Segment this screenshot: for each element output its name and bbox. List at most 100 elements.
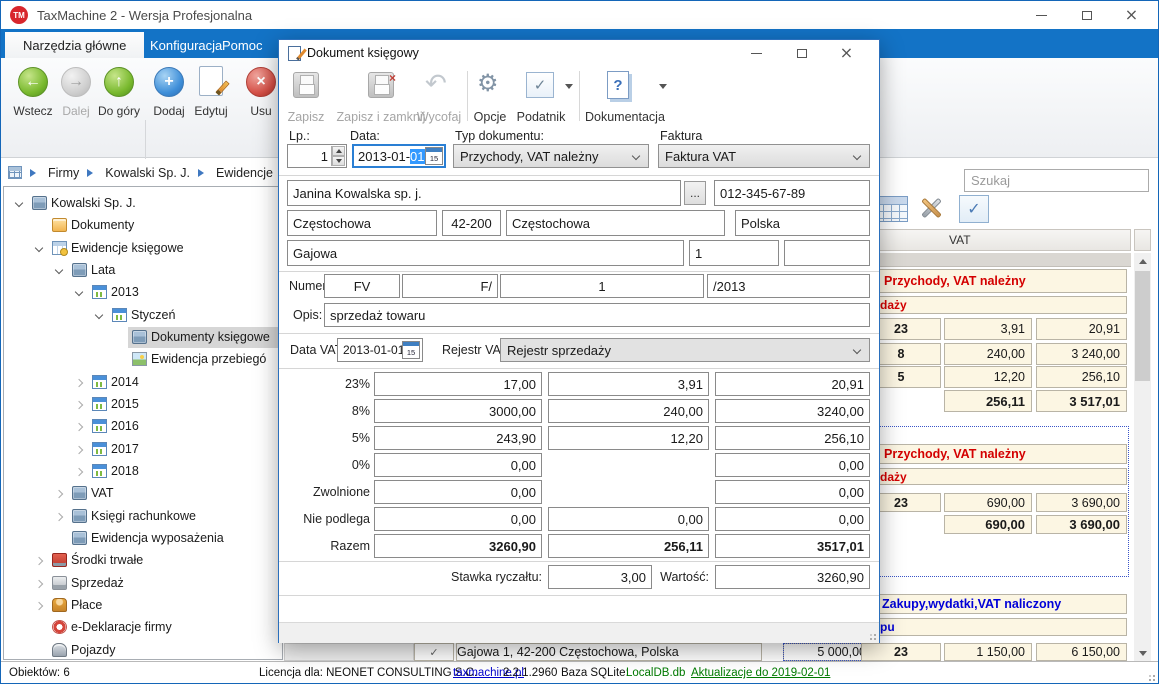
vat-input[interactable]: 0,00 <box>548 507 709 531</box>
window-maximize-button[interactable] <box>1064 1 1109 29</box>
tree-item-styczen[interactable]: Styczeń <box>4 305 282 326</box>
net-input[interactable]: 0,00 <box>374 480 542 504</box>
chevron-right-icon[interactable] <box>55 490 63 498</box>
city-field[interactable]: Częstochowa <box>287 210 437 236</box>
row-address-cell[interactable]: Gajowa 1, 42-200 Częstochowa, Polska <box>456 643 762 661</box>
vat-amount-cell[interactable]: 690,00 <box>944 493 1032 512</box>
lump-rate-input[interactable]: 3,00 <box>548 565 652 589</box>
lump-value-input[interactable]: 3260,90 <box>715 565 870 589</box>
apartment-number-field[interactable] <box>784 240 870 266</box>
chevron-down-icon[interactable] <box>95 311 103 319</box>
vat-amount-cell[interactable]: 240,00 <box>944 343 1032 365</box>
tree-item-edeklaracje[interactable]: e-Deklaracje firmy <box>4 617 282 638</box>
chevron-right-icon[interactable] <box>55 513 63 521</box>
status-updates-link[interactable]: Aktualizacje do 2019-02-01 <box>691 667 830 679</box>
vat-input[interactable]: 240,00 <box>548 399 709 423</box>
tree-item-2016[interactable]: 2016 <box>4 416 282 437</box>
contractor-browse-button[interactable]: ... <box>684 181 706 205</box>
gross-input[interactable]: 256,10 <box>715 426 870 450</box>
gross-amount-cell[interactable]: 3 690,00 <box>1036 493 1127 512</box>
chevron-down-icon[interactable] <box>55 266 63 274</box>
scrollbar-thumb[interactable] <box>1135 271 1150 381</box>
vat-input[interactable]: 12,20 <box>548 426 709 450</box>
dropdown-caret-icon[interactable] <box>659 84 667 93</box>
number-part1-field[interactable]: FV <box>324 274 400 298</box>
save-button[interactable]: Zapisz <box>285 70 327 126</box>
dialog-resize-grip[interactable] <box>867 631 876 640</box>
spinner-buttons[interactable] <box>331 146 345 166</box>
chevron-down-icon[interactable] <box>15 199 23 207</box>
tab-narzedzia-glowne[interactable]: Narzędzia główne <box>5 32 144 58</box>
tree-item-pojazdy[interactable]: Pojazdy <box>4 640 282 660</box>
net-input[interactable]: 0,00 <box>374 453 542 477</box>
gross-input[interactable]: 0,00 <box>715 507 870 531</box>
tree-item-2018[interactable]: 2018 <box>4 461 282 482</box>
gross-amount-cell[interactable]: 20,91 <box>1036 318 1127 340</box>
chevron-down-icon[interactable] <box>35 244 43 252</box>
net-input[interactable]: 17,00 <box>374 372 542 396</box>
spin-up-button[interactable] <box>332 146 345 156</box>
tree-item-ewidencje-ksiegowe[interactable]: Ewidencje księgowe <box>4 238 282 259</box>
tree-item-kowalski[interactable]: Kowalski Sp. J. <box>4 193 282 214</box>
taxpayer-button[interactable]: ✓ Podatnik <box>513 70 569 126</box>
vat-amount-cell[interactable]: 12,20 <box>944 366 1032 388</box>
delete-button[interactable]: × Usu <box>239 62 283 152</box>
zip-field[interactable]: 42-200 <box>442 210 501 236</box>
post-field[interactable]: Częstochowa <box>506 210 725 236</box>
document-type-select[interactable]: Przychody, VAT należny <box>453 144 649 168</box>
breadcrumb-item-firmy[interactable]: Firmy <box>48 166 79 180</box>
gross-input[interactable]: 0,00 <box>715 480 870 504</box>
options-button[interactable]: ⚙ Opcje <box>471 70 509 126</box>
vat-amount-cell[interactable]: 3,91 <box>944 318 1032 340</box>
chevron-right-icon[interactable] <box>35 602 43 610</box>
window-close-button[interactable]: × <box>1109 1 1154 29</box>
window-minimize-button[interactable] <box>1019 1 1064 29</box>
vat-date-field[interactable]: 2013-01-01 15 <box>337 338 423 362</box>
tree-item-2017[interactable]: 2017 <box>4 439 282 460</box>
tree-item-ewidencja-przebiegu[interactable]: Ewidencja przebiegó <box>4 349 282 370</box>
chevron-right-icon[interactable] <box>75 423 83 431</box>
row-amount-cell[interactable]: 5 000,00 <box>783 643 873 661</box>
up-button[interactable]: ↑ Do góry <box>97 62 141 152</box>
number-part2-field[interactable]: F/ <box>402 274 498 298</box>
tree-item-2015[interactable]: 2015 <box>4 394 282 415</box>
spin-down-button[interactable] <box>332 156 345 166</box>
chevron-right-icon[interactable] <box>75 446 83 454</box>
row-check-cell[interactable]: ✓ <box>414 643 454 661</box>
vat-amount-cell[interactable]: 1 150,00 <box>944 643 1032 661</box>
invoice-type-select[interactable]: Faktura VAT <box>658 144 870 168</box>
forward-button[interactable]: → Dalej <box>57 62 95 152</box>
scroll-down-button[interactable] <box>1134 645 1151 661</box>
dialog-maximize-button[interactable] <box>779 40 824 66</box>
add-button[interactable]: + Dodaj <box>149 62 189 152</box>
undo-button[interactable]: ↶ Wycofaj <box>415 70 463 126</box>
search-input[interactable] <box>964 169 1149 192</box>
dialog-close-button[interactable]: × <box>824 40 869 66</box>
date-field[interactable]: 2013-01-01 15 <box>352 144 446 168</box>
tree-item-dokumenty[interactable]: Dokumenty <box>4 215 282 236</box>
tree-item-srodki-trwale[interactable]: Środki trwałe <box>4 550 282 571</box>
vat-input[interactable]: 3,91 <box>548 372 709 396</box>
contractor-name-field[interactable]: Janina Kowalska sp. j. <box>287 180 681 206</box>
gross-input[interactable]: 3240,00 <box>715 399 870 423</box>
gross-amount-cell[interactable]: 6 150,00 <box>1036 643 1127 661</box>
vertical-scrollbar[interactable] <box>1134 253 1151 661</box>
tree-item-sprzedaz[interactable]: Sprzedaż <box>4 573 282 594</box>
tree-item-lata[interactable]: Lata <box>4 260 282 281</box>
tree-item-2014[interactable]: 2014 <box>4 372 282 393</box>
chevron-right-icon[interactable] <box>75 401 83 409</box>
dropdown-caret-icon[interactable] <box>565 84 573 93</box>
chevron-right-icon[interactable] <box>75 379 83 387</box>
tree-item-2013[interactable]: 2013 <box>4 282 282 303</box>
gross-amount-cell[interactable]: 256,10 <box>1036 366 1127 388</box>
breadcrumb-item-ewidencje[interactable]: Ewidencje <box>216 166 273 180</box>
tree-item-ewidencja-wyposazenia[interactable]: Ewidencja wyposażenia <box>4 528 282 549</box>
gross-input[interactable]: 20,91 <box>715 372 870 396</box>
number-part3-field[interactable]: 1 <box>500 274 704 298</box>
country-field[interactable]: Polska <box>735 210 870 236</box>
description-field[interactable]: sprzedaż towaru <box>324 303 870 327</box>
net-input[interactable]: 243,90 <box>374 426 542 450</box>
chevron-right-icon[interactable] <box>75 468 83 476</box>
edit-button[interactable]: Edytuj <box>189 62 233 152</box>
tree-item-ksiegi-rachunkowe[interactable]: Księgi rachunkowe <box>4 506 282 527</box>
